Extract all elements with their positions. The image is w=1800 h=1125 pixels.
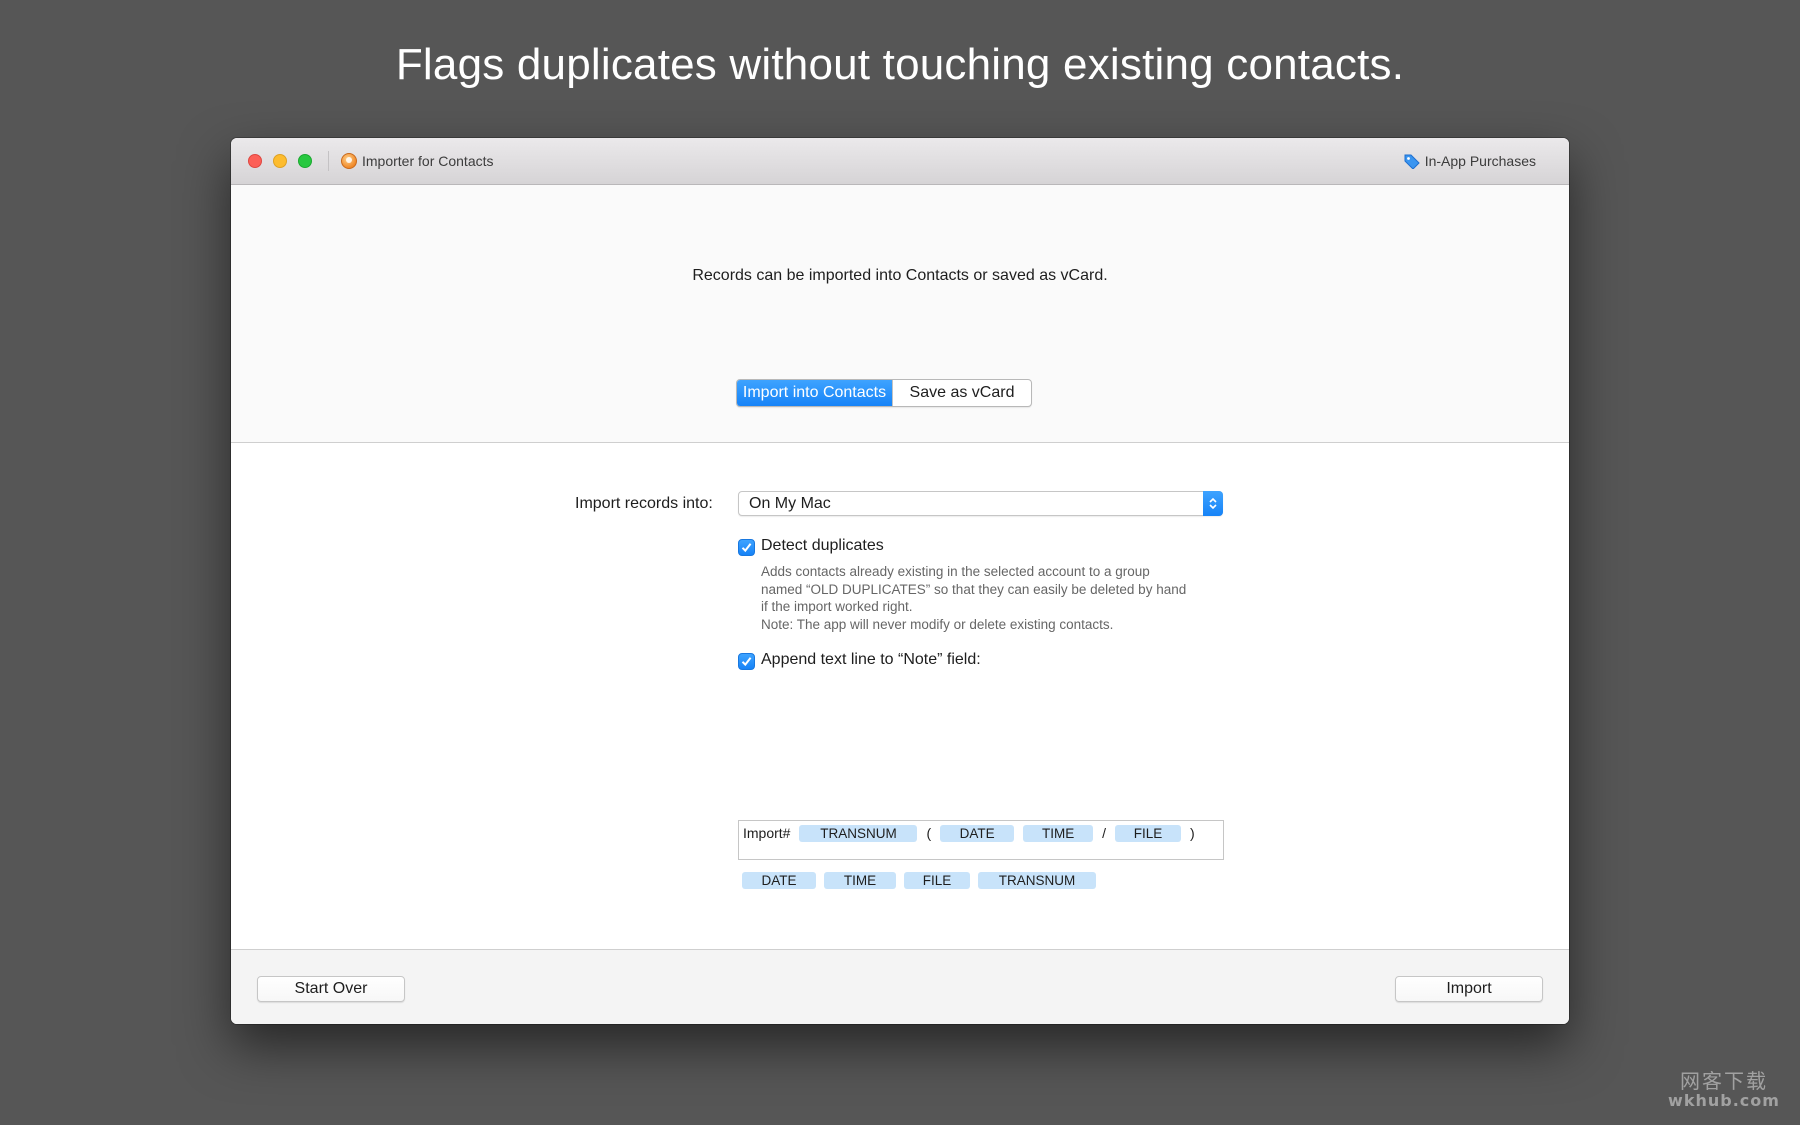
zoom-window-button[interactable] (298, 154, 312, 168)
popup-arrows-icon (1203, 491, 1223, 516)
detect-duplicates-label: Detect duplicates (761, 537, 884, 554)
app-window: Importer for Contacts In-App Purchases R… (231, 138, 1569, 1024)
title-bar: Importer for Contacts In-App Purchases (231, 138, 1569, 185)
palette-token-transnum[interactable]: TRANSNUM (978, 872, 1096, 889)
note-slash: / (1102, 825, 1107, 841)
palette-token-date[interactable]: DATE (742, 872, 816, 889)
mode-pane: Records can be imported into Contacts or… (231, 185, 1569, 443)
note-open-paren: ( (926, 825, 932, 841)
start-over-button[interactable]: Start Over (257, 976, 405, 1002)
help-line: Note: The app will never modify or delet… (761, 616, 1114, 632)
token-date[interactable]: DATE (940, 824, 1015, 842)
options-pane: Import records into: On My Mac Detect du… (231, 443, 1569, 943)
palette-token-file[interactable]: FILE (904, 872, 970, 889)
help-line: named “OLD DUPLICATES” so that they can … (761, 581, 1187, 597)
note-template-field[interactable]: Import# TRANSNUM ( DATE TIME / FILE ) (738, 820, 1224, 860)
token-time[interactable]: TIME (1023, 824, 1094, 842)
append-note-label: Append text line to “Note” field: (761, 651, 981, 668)
note-close-paren: ) (1190, 825, 1195, 841)
account-popup[interactable]: On My Mac (738, 491, 1223, 516)
in-app-purchases-label: In-App Purchases (1424, 153, 1536, 169)
minimize-window-button[interactable] (273, 154, 287, 168)
title-separator (328, 151, 329, 171)
in-app-purchases-button[interactable]: In-App Purchases (1404, 152, 1536, 170)
palette-token-time[interactable]: TIME (824, 872, 896, 889)
token-file[interactable]: FILE (1115, 824, 1182, 842)
help-line: if the import worked right. (761, 599, 913, 614)
checkmark-icon (741, 543, 752, 553)
app-icon (341, 153, 357, 169)
window-title: Importer for Contacts (362, 153, 494, 169)
headline: Flags duplicates without touching existi… (395, 40, 1405, 89)
append-note-checkbox[interactable] (738, 653, 755, 670)
close-window-button[interactable] (248, 154, 262, 168)
detect-duplicates-checkbox[interactable] (738, 539, 755, 556)
token-palette: DATE TIME FILE TRANSNUM (742, 872, 1104, 890)
account-popup-value: On My Mac (749, 495, 831, 512)
note-prefix: Import# (743, 825, 791, 841)
watermark-url: wkhub.com (1668, 1091, 1780, 1110)
mode-segmented-control: Import into Contacts Save as vCard (736, 379, 1032, 407)
token-transnum[interactable]: TRANSNUM (799, 824, 918, 842)
note-template-row: Import# TRANSNUM ( DATE TIME / FILE ) (743, 824, 1204, 842)
intro-text: Records can be imported into Contacts or… (692, 267, 1108, 284)
watermark: 网客下载 wkhub.com (1654, 1070, 1794, 1110)
detect-duplicates-help: Adds contacts already existing in the se… (761, 563, 1241, 633)
bottom-bar: Start Over Import (231, 949, 1569, 1024)
segment-save-as-vcard[interactable]: Save as vCard (892, 380, 1031, 406)
help-line: Adds contacts already existing in the se… (761, 564, 1150, 579)
import-into-label: Import records into: (575, 495, 713, 512)
tag-icon (1404, 154, 1420, 169)
import-button[interactable]: Import (1395, 976, 1543, 1002)
segment-import-into-contacts[interactable]: Import into Contacts (737, 380, 892, 406)
watermark-cn: 网客下载 (1680, 1069, 1768, 1093)
checkmark-icon (741, 657, 752, 667)
